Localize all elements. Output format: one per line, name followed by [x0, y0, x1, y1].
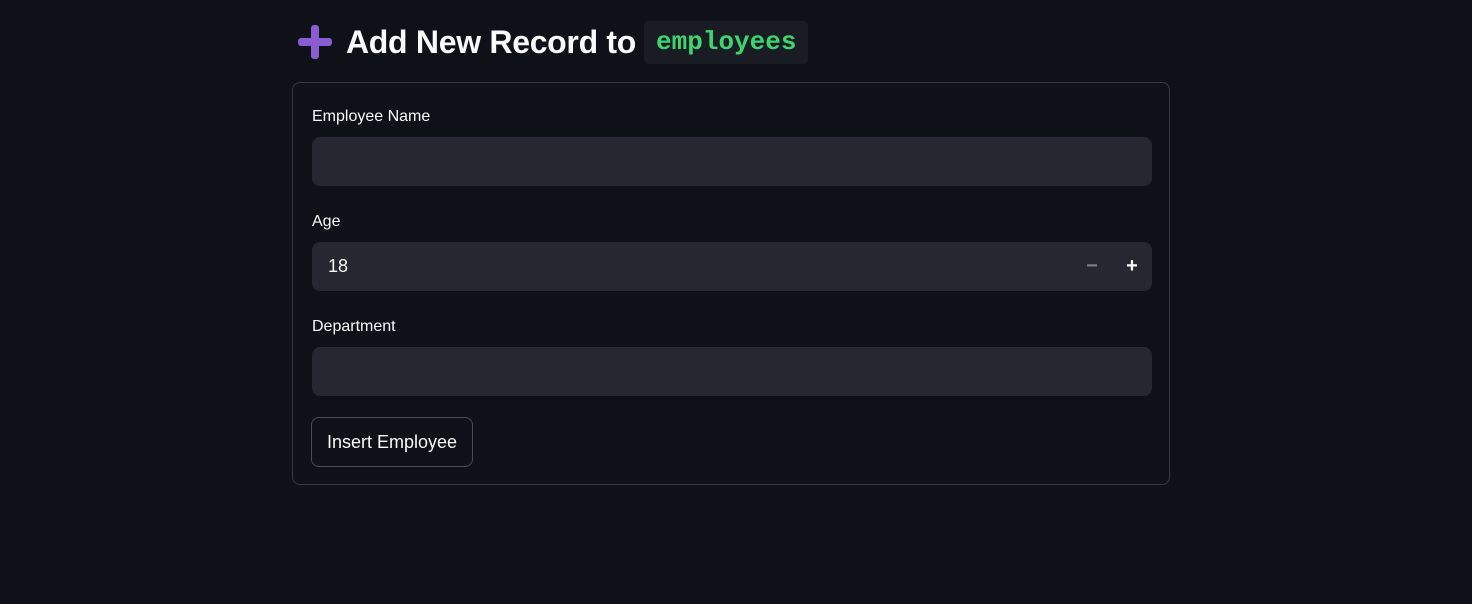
employee-name-label: Employee Name: [312, 108, 431, 125]
increment-button[interactable]: +: [1112, 242, 1152, 291]
table-name-code: employees: [644, 20, 809, 64]
insert-employee-button[interactable]: Insert Employee: [311, 417, 474, 467]
page: Add New Record to employees Employee Nam…: [0, 0, 1472, 604]
department-label: Department: [312, 318, 396, 335]
page-title: Add New Record to: [346, 23, 637, 60]
age-label: Age: [312, 213, 341, 230]
plus-icon: [296, 23, 334, 61]
employee-name-input[interactable]: [312, 137, 1152, 186]
department-input[interactable]: [312, 347, 1152, 396]
insert-form: Employee Name Age 18 − + Department Inse…: [292, 82, 1170, 485]
page-header: Add New Record to employees: [296, 20, 809, 64]
decrement-button[interactable]: −: [1072, 242, 1112, 291]
age-value[interactable]: 18: [312, 256, 1072, 277]
age-number-input[interactable]: 18 − +: [312, 242, 1152, 291]
